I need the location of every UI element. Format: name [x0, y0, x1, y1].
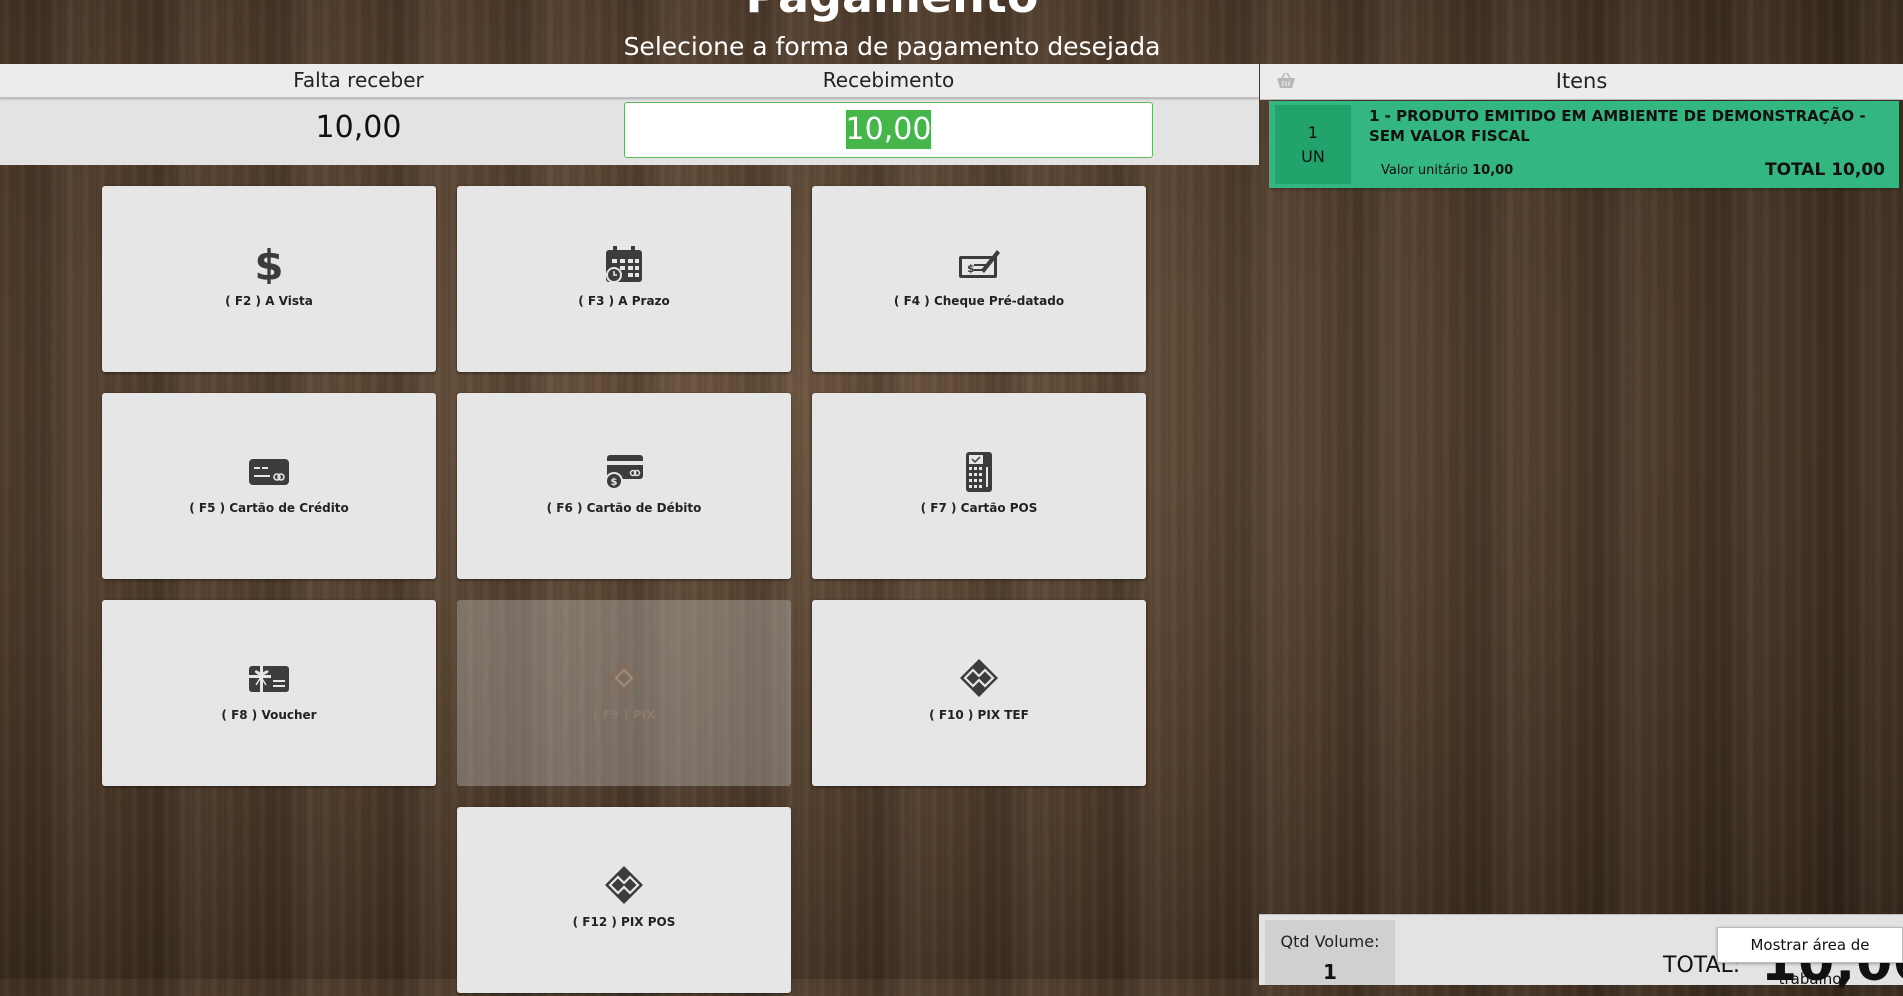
calendar-clock-icon [457, 244, 791, 284]
page-title: Pagamento [0, 0, 1784, 22]
pay-pix-pos-label: ( F12 ) PIX POS [572, 915, 676, 929]
cheque-icon: $ [812, 244, 1146, 284]
pos-terminal-icon [812, 451, 1146, 492]
pay-credito-button[interactable]: ( F5 ) Cartão de Crédito [102, 393, 436, 579]
pay-a-vista-label: ( F2 ) A Vista [225, 294, 313, 308]
show-desktop-tooltip: Mostrar área de trabalho [1717, 927, 1903, 988]
qtd-volume-box[interactable]: Qtd Volume: 1 [1265, 920, 1395, 985]
payment-summary: Falta receber Recebimento 10,00 10,00 [0, 64, 1259, 165]
falta-receber-label: Falta receber [293, 68, 424, 92]
pay-a-prazo-button[interactable]: ( F3 ) A Prazo [457, 186, 791, 372]
item-total: TOTAL 10,00 [1764, 160, 1885, 180]
svg-text:$: $ [254, 244, 283, 284]
dollar-icon: $ [102, 244, 436, 284]
pay-pos-button[interactable]: ( F7 ) Cartão POS [812, 393, 1146, 579]
credit-card-icon [102, 451, 436, 491]
items-title: Itens [1555, 69, 1608, 93]
pix-icon [457, 865, 791, 905]
pay-pix-pos-button[interactable]: ( F12 ) PIX POS [457, 807, 791, 993]
pay-pos-label: ( F7 ) Cartão POS [920, 501, 1038, 515]
pix-icon [457, 658, 791, 698]
pay-voucher-label: ( F8 ) Voucher [221, 708, 317, 722]
page-subtitle: Selecione a forma de pagamento desejada [623, 32, 1161, 61]
qtd-volume-value: 1 [1323, 960, 1337, 984]
pay-credito-label: ( F5 ) Cartão de Crédito [189, 501, 349, 515]
item-qty-value: 1 [1307, 123, 1319, 142]
pay-a-prazo-label: ( F3 ) A Prazo [578, 294, 670, 308]
item-quantity: 1 UN [1275, 105, 1351, 184]
summary-header: Falta receber Recebimento [0, 64, 1259, 98]
pay-pix-label: ( F9 ) PIX [592, 708, 656, 722]
debit-card-icon: $ [457, 451, 791, 491]
item-unit-price: Valor unitário 10,00 [1381, 163, 1513, 178]
unit-price-label: Valor unitário [1381, 163, 1468, 178]
unit-price-value: 10,00 [1472, 163, 1514, 178]
recebimento-label: Recebimento [822, 68, 955, 92]
pay-pix-tef-button[interactable]: ( F10 ) PIX TEF [812, 600, 1146, 786]
pay-pix-tef-label: ( F10 ) PIX TEF [929, 708, 1029, 722]
pay-pix-button[interactable]: ( F9 ) PIX [457, 600, 791, 786]
voucher-icon [102, 658, 436, 698]
pay-debito-label: ( F6 ) Cartão de Débito [546, 501, 702, 515]
svg-text:$: $ [611, 477, 618, 488]
pay-cheque-button[interactable]: $ ( F4 ) Cheque Pré-datado [812, 186, 1146, 372]
pay-a-vista-button[interactable]: $ ( F2 ) A Vista [102, 186, 436, 372]
falta-receber-value: 10,00 [315, 110, 402, 145]
qtd-volume-label: Qtd Volume: [1280, 932, 1380, 951]
recebimento-input[interactable]: 10,00 [624, 102, 1153, 158]
pay-voucher-button[interactable]: ( F8 ) Voucher [102, 600, 436, 786]
svg-text:$: $ [967, 262, 975, 275]
pix-icon [812, 658, 1146, 698]
pay-debito-button[interactable]: $ ( F6 ) Cartão de Débito [457, 393, 791, 579]
list-item[interactable]: 1 UN 1 - PRODUTO EMITIDO EM AMBIENTE DE … [1269, 101, 1899, 188]
recebimento-input-value: 10,00 [845, 110, 932, 149]
pay-cheque-label: ( F4 ) Cheque Pré-datado [893, 294, 1065, 308]
items-header: Itens [1260, 64, 1903, 100]
item-name: 1 - PRODUTO EMITIDO EM AMBIENTE DE DEMON… [1369, 107, 1866, 145]
item-unit: UN [1301, 147, 1325, 166]
